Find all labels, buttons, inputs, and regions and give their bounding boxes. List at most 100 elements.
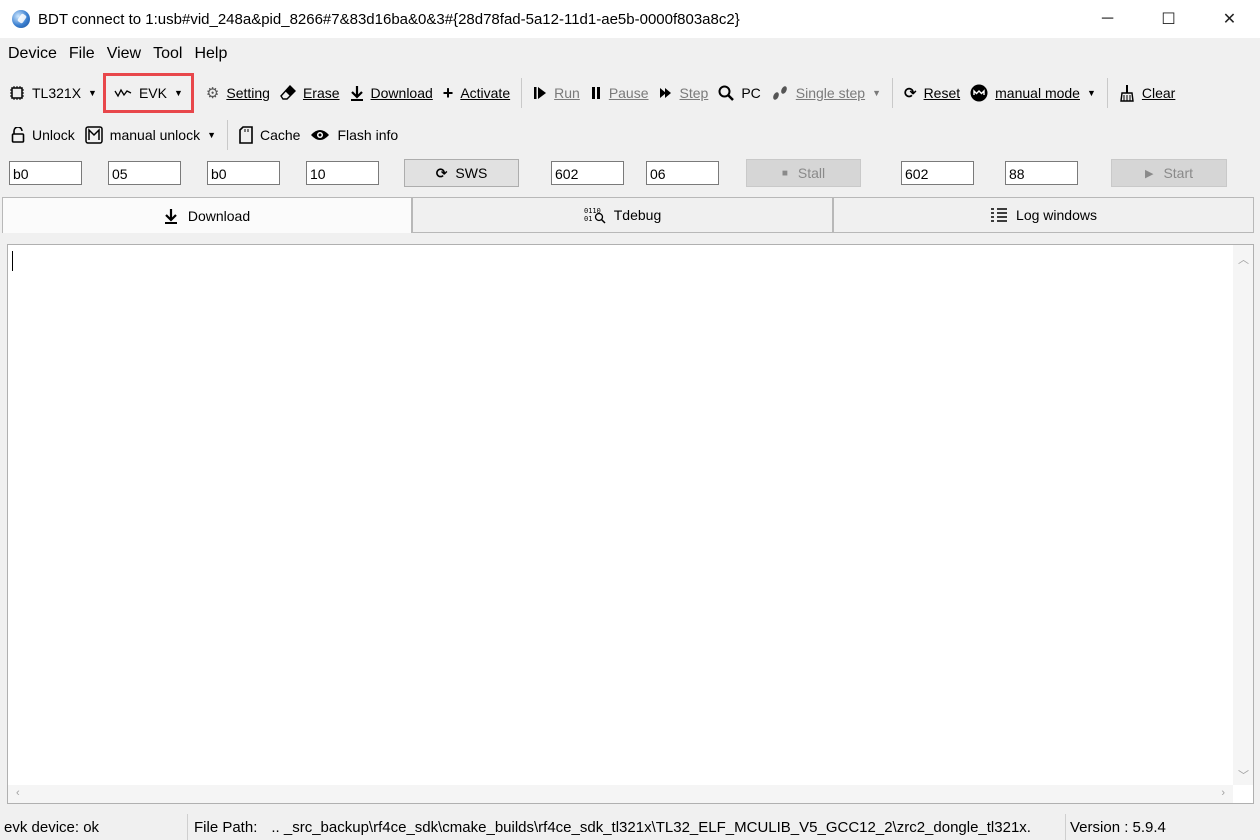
field-4[interactable]: 10 — [306, 161, 379, 185]
menu-view[interactable]: View — [101, 45, 147, 63]
scroll-up-icon[interactable]: ︿ — [1238, 251, 1249, 267]
file-path-value: .. _src_backup\rf4ce_sdk\cmake_builds\rf… — [271, 818, 1031, 836]
sws-button[interactable]: ⟳ SWS — [404, 159, 519, 187]
clear-button[interactable]: Clear — [1114, 78, 1180, 108]
output-text-area[interactable]: ︿ ﹀ ‹ › — [7, 244, 1254, 804]
download-icon — [164, 208, 177, 224]
setting-button[interactable]: ⚙ Setting — [201, 78, 275, 108]
mail-icon — [85, 126, 103, 144]
tab-log-windows-label: Log windows — [1016, 207, 1097, 223]
activate-label: Activate — [460, 85, 511, 101]
sd-card-icon — [239, 126, 253, 144]
status-bar: evk device: ok File Path: .. _src_backup… — [0, 814, 1260, 840]
field-6[interactable]: 06 — [646, 161, 719, 185]
vertical-scrollbar[interactable]: ︿ ﹀ — [1233, 245, 1253, 785]
version-status: Version : 5.9.4 — [1070, 818, 1166, 836]
chevron-down-icon: ▼ — [88, 88, 97, 98]
pause-label: Pause — [608, 85, 649, 101]
activate-button[interactable]: + Activate — [438, 78, 515, 108]
field-2[interactable]: 05 — [108, 161, 181, 185]
evk-dropdown[interactable]: EVK ▼ — [102, 73, 194, 113]
menu-device[interactable]: Device — [2, 45, 63, 63]
chip-select-dropdown[interactable]: TL321X ▼ — [4, 78, 102, 108]
cache-label: Cache — [260, 127, 301, 143]
cache-button[interactable]: Cache — [234, 120, 305, 150]
pc-button[interactable]: PC — [713, 78, 765, 108]
app-icon — [12, 10, 30, 28]
field-3[interactable]: b0 — [207, 161, 280, 185]
stop-icon: ■ — [781, 167, 788, 179]
file-path-label: File Path: — [194, 818, 258, 836]
tab-tdebug[interactable]: 0110 01 Tdebug — [412, 197, 833, 233]
scroll-down-icon[interactable]: ﹀ — [1238, 767, 1249, 783]
menu-tool[interactable]: Tool — [147, 45, 188, 63]
manual-unlock-label: manual unlock — [109, 127, 201, 143]
tab-log-windows[interactable]: Log windows — [833, 197, 1254, 233]
start-button[interactable]: ▶ Start — [1111, 159, 1227, 187]
horizontal-scrollbar[interactable]: ‹ › — [8, 785, 1233, 803]
erase-button[interactable]: Erase — [275, 78, 345, 108]
unlock-button[interactable]: Unlock — [6, 120, 80, 150]
reset-icon: ⟳ — [903, 85, 917, 102]
list-icon — [991, 208, 1008, 222]
manual-unlock-dropdown[interactable]: manual unlock ▼ — [80, 120, 221, 150]
text-cursor — [12, 251, 13, 271]
footsteps-icon — [771, 85, 789, 101]
mode-label: manual mode — [995, 85, 1080, 101]
pause-button[interactable]: Pause — [585, 78, 654, 108]
setting-label: Setting — [226, 85, 270, 101]
evk-label: EVK — [138, 85, 167, 101]
broom-icon — [1119, 84, 1135, 102]
single-step-dropdown[interactable]: Single step ▼ — [766, 78, 886, 108]
chevron-down-icon: ▼ — [207, 130, 216, 140]
close-button[interactable]: ✕ — [1199, 0, 1260, 38]
tab-bar: Download 0110 01 Tdebug Log windows — [2, 197, 1256, 235]
window-title: BDT connect to 1:usb#vid_248a&pid_8266#7… — [38, 10, 740, 28]
start-label: Start — [1163, 165, 1194, 181]
field-8[interactable]: 88 — [1005, 161, 1078, 185]
pause-icon — [590, 86, 602, 100]
menu-file[interactable]: File — [63, 45, 101, 63]
run-icon — [533, 86, 547, 100]
maximize-button[interactable]: ☐ — [1138, 0, 1199, 38]
toolbar-separator — [227, 120, 228, 150]
gear-icon: ⚙ — [205, 85, 220, 102]
menu-bar: Device File View Tool Help — [0, 38, 1260, 70]
reset-label: Reset — [923, 85, 961, 101]
eye-icon — [310, 128, 330, 142]
toolbar-separator — [891, 78, 893, 108]
download-label: Download — [370, 85, 433, 101]
flash-info-button[interactable]: Flash info — [305, 120, 403, 150]
scroll-right-icon[interactable]: › — [1221, 787, 1225, 799]
step-button[interactable]: Step — [654, 78, 714, 108]
clear-label: Clear — [1141, 85, 1176, 101]
mode-dropdown[interactable]: manual mode ▼ — [965, 78, 1101, 108]
eraser-icon — [280, 85, 296, 101]
erase-label: Erase — [302, 85, 340, 101]
step-icon — [659, 86, 673, 100]
menu-help[interactable]: Help — [188, 45, 233, 63]
field-1[interactable]: b0 — [9, 161, 82, 185]
scroll-left-icon[interactable]: ‹ — [16, 787, 20, 799]
step-label: Step — [679, 85, 709, 101]
binary-search-icon: 011001 — [584, 207, 606, 224]
refresh-icon: ⟳ — [435, 164, 448, 181]
chip-label: TL321X — [32, 85, 82, 101]
file-path-status: File Path: .. _src_backup\rf4ce_sdk\cmak… — [188, 814, 1066, 840]
window-controls: ─ ☐ ✕ — [1077, 0, 1260, 38]
stall-button[interactable]: ■ Stall — [746, 159, 861, 187]
chevron-down-icon: ▼ — [872, 88, 881, 98]
field-5[interactable]: 602 — [551, 161, 624, 185]
download-button[interactable]: Download — [345, 78, 438, 108]
field-7[interactable]: 602 — [901, 161, 974, 185]
minimize-button[interactable]: ─ — [1077, 0, 1138, 38]
run-button[interactable]: Run — [528, 78, 585, 108]
secondary-toolbar: Unlock manual unlock ▼ Cache Flash info — [0, 116, 1260, 154]
plus-icon: + — [442, 82, 454, 103]
main-toolbar: TL321X ▼ EVK ▼ ⚙ Setting Erase Download … — [0, 72, 1260, 114]
tab-download[interactable]: Download — [2, 197, 412, 233]
reset-button[interactable]: ⟳ Reset — [899, 78, 965, 108]
run-label: Run — [554, 85, 580, 101]
play-icon: ▶ — [1144, 167, 1154, 180]
register-field-row: b0 05 b0 10 ⟳ SWS 602 06 ■ Stall 602 88 … — [0, 156, 1260, 196]
